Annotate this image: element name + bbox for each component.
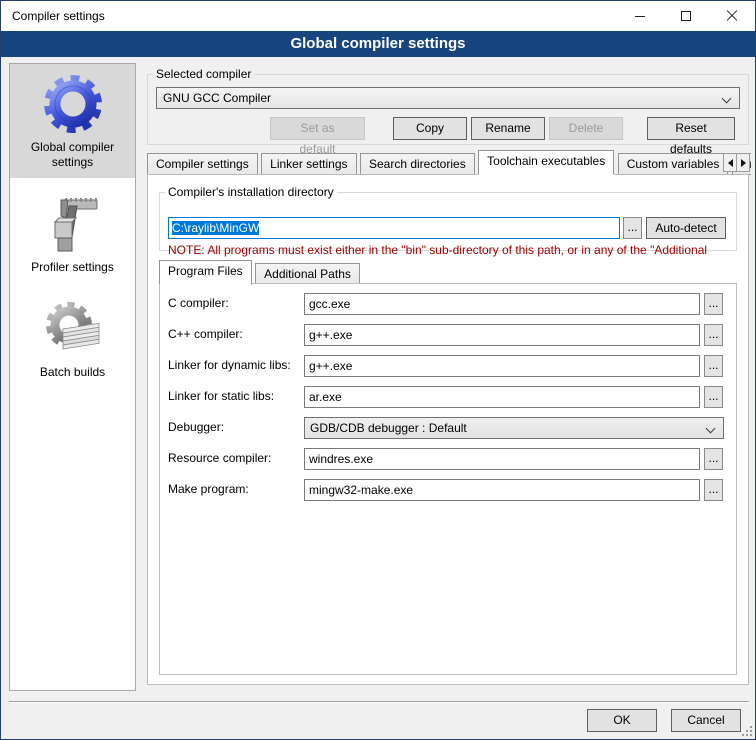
compiler-select[interactable]: GNU GCC Compiler — [156, 87, 740, 109]
resize-grip-icon[interactable] — [742, 726, 752, 736]
maximize-button[interactable] — [663, 1, 709, 31]
resource-compiler-row: Resource compiler: ... — [160, 448, 736, 470]
page-title: Global compiler settings — [1, 31, 755, 57]
tab-program-files[interactable]: Program Files — [159, 260, 252, 285]
static-linker-input[interactable] — [304, 386, 700, 408]
footer-separator — [9, 701, 749, 703]
dynamic-linker-label: Linker for dynamic libs: — [168, 358, 291, 372]
tab-search-directories[interactable]: Search directories — [360, 153, 475, 175]
gray-gear-stack-icon — [41, 297, 105, 361]
scroll-tabs-left-button[interactable] — [723, 153, 737, 172]
sidebar-item-label: Batch builds — [10, 365, 135, 380]
cancel-button[interactable]: Cancel — [671, 709, 741, 732]
sidebar-item-label: Global compiler settings — [10, 140, 135, 170]
resource-compiler-browse-button[interactable]: ... — [704, 448, 723, 470]
tab-compiler-settings[interactable]: Compiler settings — [147, 153, 258, 175]
make-program-row: Make program: ... — [160, 479, 736, 501]
settings-category-list: Global compiler settings Profiler settin… — [9, 63, 136, 691]
scroll-tabs-right-button[interactable] — [736, 153, 750, 172]
auto-detect-button[interactable]: Auto-detect — [646, 217, 726, 239]
static-linker-browse-button[interactable]: ... — [704, 386, 723, 408]
debugger-label: Debugger: — [168, 420, 224, 434]
sidebar-item-profiler-settings[interactable]: Profiler settings — [10, 184, 135, 283]
cpp-compiler-label: C++ compiler: — [168, 327, 243, 341]
make-program-browse-button[interactable]: ... — [704, 479, 723, 501]
static-linker-row: Linker for static libs: ... — [160, 386, 736, 408]
copy-button[interactable]: Copy — [393, 117, 467, 140]
chevron-down-icon — [722, 94, 732, 104]
close-icon — [726, 10, 738, 22]
installation-directory-label: Compiler's installation directory — [165, 185, 337, 199]
rename-button[interactable]: Rename — [471, 117, 545, 140]
dynamic-linker-input[interactable] — [304, 355, 700, 377]
tab-additional-paths[interactable]: Additional Paths — [255, 263, 360, 285]
reset-defaults-button[interactable]: Reset defaults — [647, 117, 735, 140]
debugger-select[interactable]: GDB/CDB debugger : Default — [304, 417, 724, 439]
chevron-down-icon — [706, 424, 716, 434]
selected-compiler-group: Selected compiler GNU GCC Compiler Set a… — [147, 67, 749, 145]
installation-directory-group: Compiler's installation directory C:\ray… — [159, 185, 737, 251]
c-compiler-row: C compiler: ... — [160, 293, 736, 315]
compiler-actions: Set as default Copy Rename Delete Reset … — [148, 117, 735, 140]
resource-compiler-input[interactable] — [304, 448, 700, 470]
c-compiler-label: C compiler: — [168, 296, 229, 310]
compiler-select-value: GNU GCC Compiler — [163, 91, 271, 105]
cpp-compiler-browse-button[interactable]: ... — [704, 324, 723, 346]
debugger-select-value: GDB/CDB debugger : Default — [310, 421, 467, 435]
tab-toolchain-executables[interactable]: Toolchain executables — [478, 150, 614, 175]
maximize-icon — [681, 11, 691, 21]
debugger-row: Debugger: GDB/CDB debugger : Default — [160, 417, 736, 439]
toolchain-executables-page: Compiler's installation directory C:\ray… — [147, 174, 749, 685]
bin-subdirectory-note: NOTE: All programs must exist either in … — [168, 243, 728, 257]
resource-compiler-label: Resource compiler: — [168, 451, 271, 465]
main-content: Selected compiler GNU GCC Compiler Set a… — [147, 63, 751, 685]
cpp-compiler-row: C++ compiler: ... — [160, 324, 736, 346]
installation-directory-input[interactable]: C:\raylib\MinGW — [168, 217, 620, 239]
program-files-page: C compiler: ... C++ compiler: ... Linker… — [159, 283, 737, 675]
installation-directory-selected-text: C:\raylib\MinGW — [172, 221, 259, 235]
window-controls — [617, 1, 755, 31]
make-program-input[interactable] — [304, 479, 700, 501]
titlebar[interactable]: Compiler settings — [1, 1, 755, 31]
selected-compiler-label: Selected compiler — [153, 67, 254, 81]
scroll-right-icon — [741, 159, 746, 167]
c-compiler-browse-button[interactable]: ... — [704, 293, 723, 315]
window-title: Compiler settings — [12, 1, 105, 31]
minimize-icon — [635, 16, 645, 17]
sidebar-item-global-compiler-settings[interactable]: Global compiler settings — [10, 64, 135, 178]
static-linker-label: Linker for static libs: — [168, 389, 274, 403]
tab-scroll-controls — [724, 153, 750, 172]
browse-directory-button[interactable]: ... — [623, 217, 642, 239]
compiler-settings-dialog: Compiler settings Global compiler settin… — [0, 0, 756, 740]
settings-tabs: Compiler settings Linker settings Search… — [147, 150, 751, 175]
tab-custom-variables[interactable]: Custom variables — [618, 153, 729, 175]
scroll-left-icon — [728, 159, 733, 167]
program-tabs: Program Files Additional Paths — [159, 260, 360, 284]
sidebar-item-batch-builds[interactable]: Batch builds — [10, 289, 135, 388]
c-compiler-input[interactable] — [304, 293, 700, 315]
cpp-compiler-input[interactable] — [304, 324, 700, 346]
dynamic-linker-browse-button[interactable]: ... — [704, 355, 723, 377]
minimize-button[interactable] — [617, 1, 663, 31]
set-as-default-button[interactable]: Set as default — [270, 117, 365, 140]
ok-button[interactable]: OK — [587, 709, 657, 732]
dialog-buttons: OK Cancel — [587, 709, 741, 732]
close-button[interactable] — [709, 1, 755, 31]
dynamic-linker-row: Linker for dynamic libs: ... — [160, 355, 736, 377]
caliper-icon — [41, 192, 105, 256]
delete-button[interactable]: Delete — [549, 117, 623, 140]
make-program-label: Make program: — [168, 482, 249, 496]
tab-linker-settings[interactable]: Linker settings — [261, 153, 356, 175]
sidebar-item-label: Profiler settings — [10, 260, 135, 275]
blue-gear-icon — [41, 72, 105, 136]
